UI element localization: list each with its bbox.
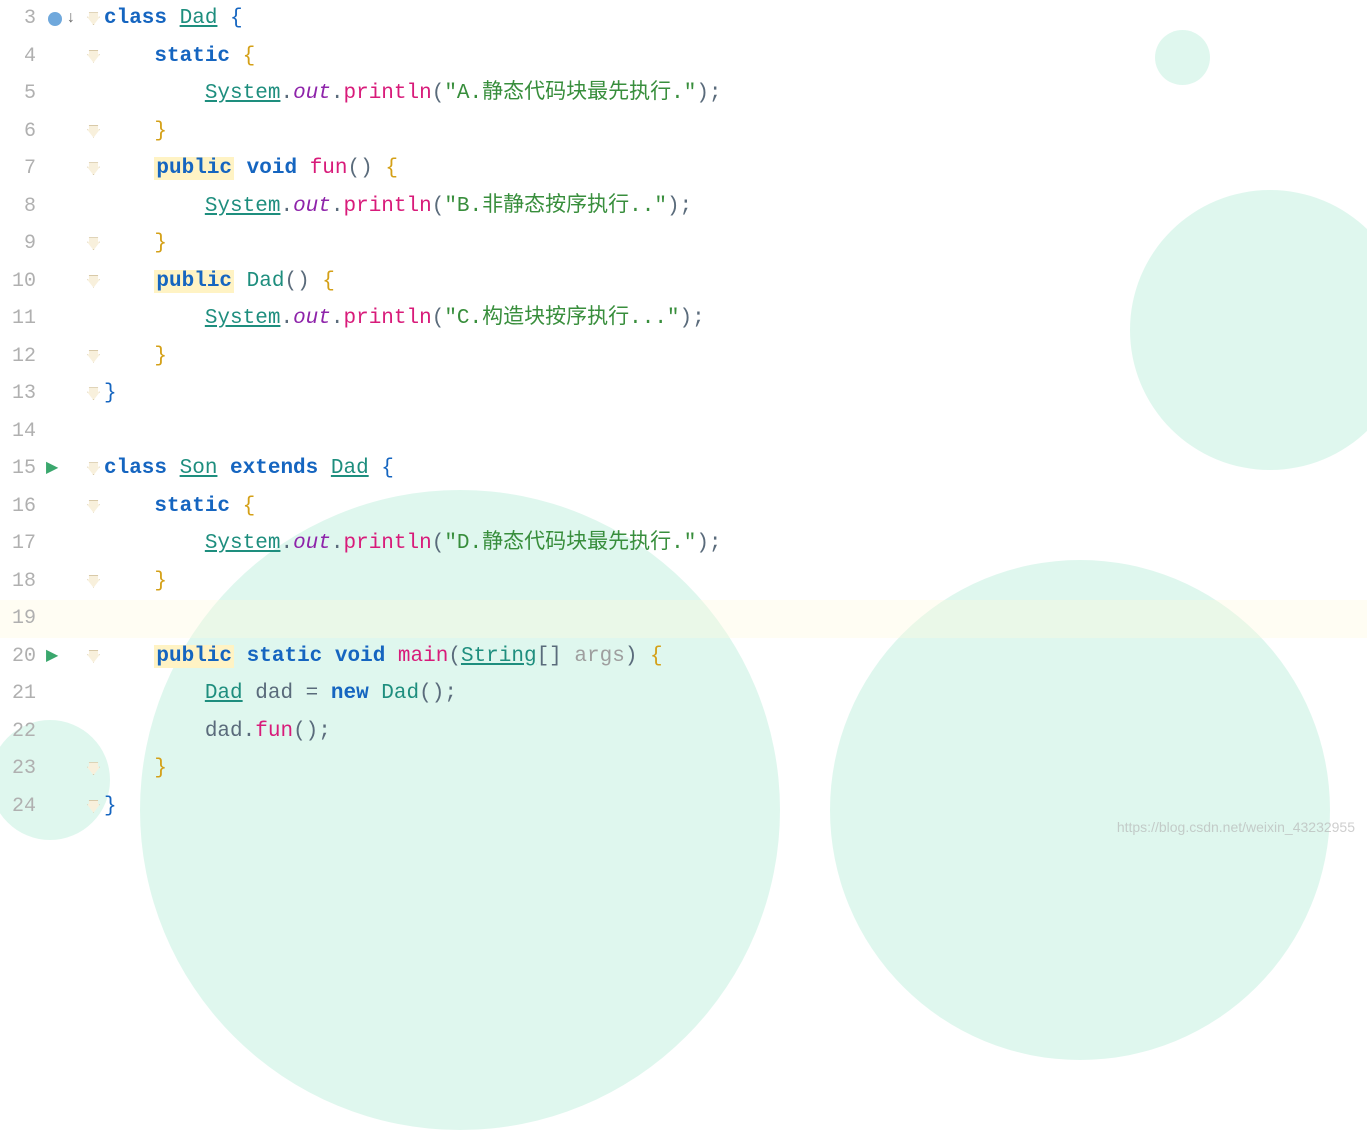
line-number: 14 (0, 413, 42, 451)
fold-icon[interactable] (87, 575, 100, 588)
gutter[interactable] (42, 162, 104, 175)
gutter[interactable] (42, 500, 104, 513)
line-number: 19 (0, 600, 42, 638)
line-number: 3 (0, 0, 42, 38)
code-content[interactable]: } (104, 113, 167, 151)
code-content[interactable]: System.out.println("A.静态代码块最先执行."); (104, 75, 722, 113)
code-content[interactable]: public Dad() { (104, 263, 335, 301)
code-content[interactable]: public static void main(String[] args) { (104, 638, 663, 676)
code-content[interactable]: } (104, 375, 117, 413)
line-number: 23 (0, 750, 42, 788)
code-content[interactable]: } (104, 788, 117, 826)
code-line[interactable]: 23 } (0, 750, 1367, 788)
gutter[interactable] (42, 762, 104, 775)
code-content[interactable]: static { (104, 488, 255, 526)
code-editor[interactable]: 3 ↓ class Dad { 4 static { 5 System.out.… (0, 0, 1367, 825)
fold-icon[interactable] (87, 125, 100, 138)
code-line[interactable]: 3 ↓ class Dad { (0, 0, 1367, 38)
gutter[interactable] (42, 800, 104, 813)
line-number: 6 (0, 113, 42, 151)
code-content[interactable]: class Son extends Dad { (104, 450, 394, 488)
gutter[interactable]: ↓ (42, 0, 104, 38)
code-line[interactable]: 9 } (0, 225, 1367, 263)
line-number: 21 (0, 675, 42, 713)
line-number: 22 (0, 713, 42, 751)
code-line[interactable]: 11 System.out.println("C.构造块按序执行..."); (0, 300, 1367, 338)
fold-icon[interactable] (87, 500, 100, 513)
gutter[interactable] (42, 237, 104, 250)
line-number: 5 (0, 75, 42, 113)
line-number: 10 (0, 263, 42, 301)
code-content[interactable]: } (104, 750, 167, 788)
fold-icon[interactable] (87, 162, 100, 175)
fold-icon[interactable] (87, 237, 100, 250)
code-line[interactable]: 4 static { (0, 38, 1367, 76)
fold-icon[interactable] (87, 350, 100, 363)
gutter[interactable]: ▶ (42, 450, 104, 488)
line-number: 18 (0, 563, 42, 601)
gutter[interactable] (42, 575, 104, 588)
code-line[interactable]: 13 } (0, 375, 1367, 413)
line-number: 16 (0, 488, 42, 526)
fold-icon[interactable] (87, 800, 100, 813)
code-content[interactable]: } (104, 563, 167, 601)
fold-icon[interactable] (87, 762, 100, 775)
code-content[interactable]: } (104, 225, 167, 263)
line-number: 8 (0, 188, 42, 226)
line-number: 12 (0, 338, 42, 376)
gutter[interactable] (42, 50, 104, 63)
fold-icon[interactable] (87, 50, 100, 63)
code-line[interactable]: 10 public Dad() { (0, 263, 1367, 301)
code-line-current[interactable]: 19 (0, 600, 1367, 638)
gutter[interactable]: ▶ (42, 638, 104, 676)
run-icon[interactable]: ▶ (46, 638, 58, 676)
code-line[interactable]: 18 } (0, 563, 1367, 601)
code-line[interactable]: 14 (0, 413, 1367, 451)
watermark-text: https://blog.csdn.net/weixin_43232955 (1117, 819, 1355, 835)
code-content[interactable]: class Dad { (104, 0, 243, 38)
line-number: 20 (0, 638, 42, 676)
fold-icon[interactable] (87, 650, 100, 663)
line-number: 4 (0, 38, 42, 76)
code-content[interactable]: static { (104, 38, 255, 76)
gutter[interactable] (42, 350, 104, 363)
line-number: 24 (0, 788, 42, 826)
code-line[interactable]: 21 Dad dad = new Dad(); (0, 675, 1367, 713)
code-content[interactable]: System.out.println("C.构造块按序执行..."); (104, 300, 705, 338)
code-line[interactable]: 6 } (0, 113, 1367, 151)
line-number: 17 (0, 525, 42, 563)
line-number: 9 (0, 225, 42, 263)
run-icon[interactable]: ▶ (46, 450, 58, 488)
code-content[interactable]: } (104, 338, 167, 376)
code-line[interactable]: 16 static { (0, 488, 1367, 526)
fold-icon[interactable] (87, 275, 100, 288)
code-line[interactable]: 15 ▶ class Son extends Dad { (0, 450, 1367, 488)
gutter[interactable] (42, 387, 104, 400)
gutter[interactable] (42, 275, 104, 288)
code-line[interactable]: 12 } (0, 338, 1367, 376)
fold-icon[interactable] (87, 387, 100, 400)
gutter[interactable] (42, 125, 104, 138)
code-line[interactable]: 7 public void fun() { (0, 150, 1367, 188)
line-number: 7 (0, 150, 42, 188)
fold-icon[interactable] (87, 462, 100, 475)
arrow-down-icon: ↓ (66, 0, 76, 38)
code-content[interactable]: Dad dad = new Dad(); (104, 675, 457, 713)
code-content[interactable]: dad.fun(); (104, 713, 331, 751)
line-number: 11 (0, 300, 42, 338)
line-number: 15 (0, 450, 42, 488)
code-content[interactable]: System.out.println("D.静态代码块最先执行."); (104, 525, 722, 563)
code-line[interactable]: 20 ▶ public static void main(String[] ar… (0, 638, 1367, 676)
code-line[interactable]: 8 System.out.println("B.非静态按序执行.."); (0, 188, 1367, 226)
code-line[interactable]: 22 dad.fun(); (0, 713, 1367, 751)
code-content[interactable]: public void fun() { (104, 150, 398, 188)
code-line[interactable]: 17 System.out.println("D.静态代码块最先执行."); (0, 525, 1367, 563)
code-content[interactable]: System.out.println("B.非静态按序执行.."); (104, 188, 692, 226)
fold-icon[interactable] (87, 12, 100, 25)
code-line[interactable]: 5 System.out.println("A.静态代码块最先执行."); (0, 75, 1367, 113)
breakpoint-icon[interactable] (48, 12, 62, 26)
line-number: 13 (0, 375, 42, 413)
